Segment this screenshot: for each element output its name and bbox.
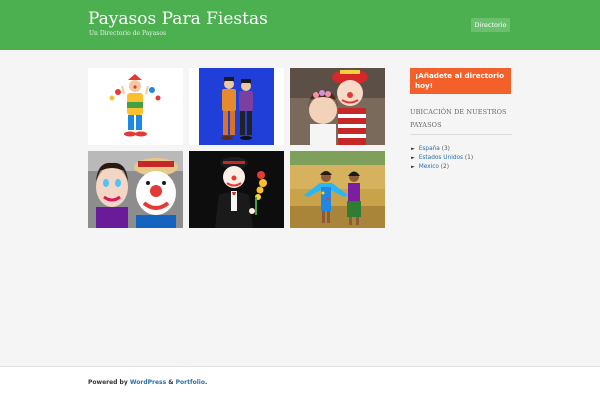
- list-item: ► Estados Unidos (1): [411, 154, 473, 163]
- widget-divider: [410, 134, 512, 135]
- nav-directorio-button[interactable]: Directorio: [471, 18, 510, 32]
- arrow-right-icon: ►: [411, 164, 415, 170]
- portfolio-link[interactable]: Portfolio: [176, 379, 205, 386]
- clown-with-flower-photo: [189, 151, 284, 228]
- two-clowns-blue-background-photo: [189, 68, 284, 145]
- footer-credits: Powered by WordPress & Portfolio.: [88, 379, 207, 386]
- arrow-right-icon: ►: [411, 146, 415, 152]
- gallery-photo-5[interactable]: [189, 151, 284, 228]
- widget-title-locations: UBICACIÓN DE NUESTROS PAYASOS: [410, 108, 507, 129]
- gallery-photo-4[interactable]: [88, 151, 183, 228]
- site-header: Payasos Para Fiestas Un Directorio de Pa…: [0, 0, 600, 50]
- location-category-list: ► España (3) ► Estados Unidos (1) ► Mexi…: [411, 145, 473, 172]
- gallery-photo-3[interactable]: [290, 68, 385, 145]
- site-footer: Powered by WordPress & Portfolio.: [0, 366, 600, 400]
- clowns-outdoor-party-photo: [290, 151, 385, 228]
- footer-suffix: .: [204, 379, 208, 386]
- category-count: (2): [440, 164, 450, 170]
- category-link-espana[interactable]: España: [419, 146, 440, 152]
- category-count: (3): [441, 146, 450, 152]
- gallery-photo-2[interactable]: [189, 68, 284, 145]
- category-count: (1): [464, 155, 474, 161]
- clown-with-girl-photo: [290, 68, 385, 145]
- footer-separator: &: [168, 379, 174, 386]
- clown-juggling-photo: [88, 68, 183, 145]
- footer-prefix: Powered by: [88, 379, 128, 386]
- site-title[interactable]: Payasos Para Fiestas: [88, 9, 268, 29]
- gallery-photo-1[interactable]: [88, 68, 183, 145]
- add-to-directory-button[interactable]: ¡Añadete al directorio hoy!: [410, 68, 511, 94]
- category-link-estados-unidos[interactable]: Estados Unidos: [419, 155, 463, 161]
- list-item: ► España (3): [411, 145, 473, 154]
- category-link-mexico[interactable]: Mexico: [419, 164, 439, 170]
- wordpress-link[interactable]: WordPress: [130, 379, 166, 386]
- clown-face-paint-couple-photo: [88, 151, 183, 228]
- gallery-photo-6[interactable]: [290, 151, 385, 228]
- list-item: ► Mexico (2): [411, 163, 473, 172]
- arrow-right-icon: ►: [411, 155, 415, 161]
- site-description: Un Directorio de Payasos: [89, 30, 167, 37]
